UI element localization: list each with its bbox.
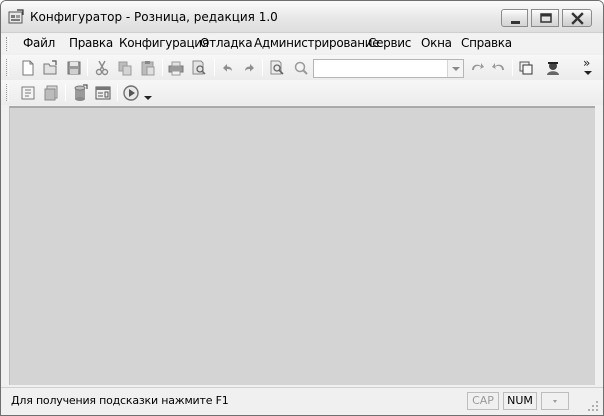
configuration-window-icon[interactable] [94,84,112,102]
print-preview-icon[interactable] [190,59,208,77]
status-bar: Для получения подсказки нажмите F1 CAP N… [1,387,603,415]
resize-grip-icon[interactable] [587,400,599,412]
status-indicator-pane[interactable] [541,392,569,410]
paste-icon[interactable] [139,59,157,77]
print-icon[interactable] [167,59,185,77]
search-dropdown-button[interactable] [447,60,463,77]
configuration-tree-icon[interactable] [19,84,37,102]
windows-icon[interactable] [517,59,535,77]
toolbar-separator [214,59,215,76]
menu-help[interactable]: Справка [461,36,512,50]
menu-configuration[interactable]: Конфигурация [119,36,209,50]
search-icon[interactable] [292,59,310,77]
toolbar-overflow-chevron-icon[interactable] [583,70,593,76]
main-window: Конфигуратор - Розница, редакция 1.0 Фай… [0,0,604,416]
configuration-toolbar [1,80,603,105]
toolbar-separator [65,84,66,101]
cut-icon[interactable] [93,59,111,77]
num-lock-indicator: NUM [503,392,537,410]
window-title: Конфигуратор - Розница, редакция 1.0 [30,10,278,24]
toolbar-grip[interactable] [6,59,9,76]
close-icon [571,12,584,25]
close-button[interactable] [562,9,592,27]
copy-icon[interactable] [116,59,134,77]
menu-edit[interactable]: Правка [69,36,113,50]
menu-service[interactable]: Сервис [368,36,411,50]
search-combobox[interactable] [313,59,464,78]
redo-icon[interactable] [240,59,258,77]
find-in-document-icon[interactable] [268,59,286,77]
toolbar-separator [87,59,88,76]
menubar-grip[interactable] [6,37,9,51]
caps-lock-indicator: CAP [467,392,499,410]
open-icon[interactable] [41,59,59,77]
new-document-icon[interactable] [19,59,37,77]
undo-icon[interactable] [219,59,237,77]
run-dropdown-chevron-icon[interactable] [144,96,152,101]
menu-debug[interactable]: Отладка [200,36,253,50]
toolbar-separator [162,59,163,76]
configurator-app-icon[interactable] [8,9,24,25]
metadata-icon[interactable] [42,84,60,102]
chevron-down-icon [452,67,460,71]
toolbar-separator [512,59,513,76]
minimize-button[interactable] [501,9,528,27]
toolbar-separator [262,59,263,76]
toolbar-overflow-label[interactable]: » [583,56,590,70]
status-hint: Для получения подсказки нажмите F1 [11,394,229,407]
maximize-button[interactable] [531,9,559,27]
menu-bar: Файл Правка Конфигурация Отладка Админис… [1,34,603,53]
menu-file[interactable]: Файл [23,36,55,50]
title-bar[interactable]: Конфигуратор - Розница, редакция 1.0 [1,1,603,33]
minimize-icon [511,21,520,24]
menu-windows[interactable]: Окна [421,36,452,50]
menu-administration[interactable]: Администрирование [254,36,380,50]
find-previous-icon[interactable] [490,59,508,77]
indicator-dropdown-icon [553,400,557,403]
user-icon[interactable] [544,59,562,77]
maximize-icon [540,13,552,23]
standard-toolbar: » [1,55,603,80]
run-debug-icon[interactable] [122,84,140,102]
save-icon[interactable] [65,59,83,77]
find-next-icon[interactable] [468,59,486,77]
workspace-area[interactable] [9,106,595,385]
database-icon[interactable] [71,84,89,102]
toolbar-grip[interactable] [6,84,9,101]
toolbar-separator [117,84,118,101]
